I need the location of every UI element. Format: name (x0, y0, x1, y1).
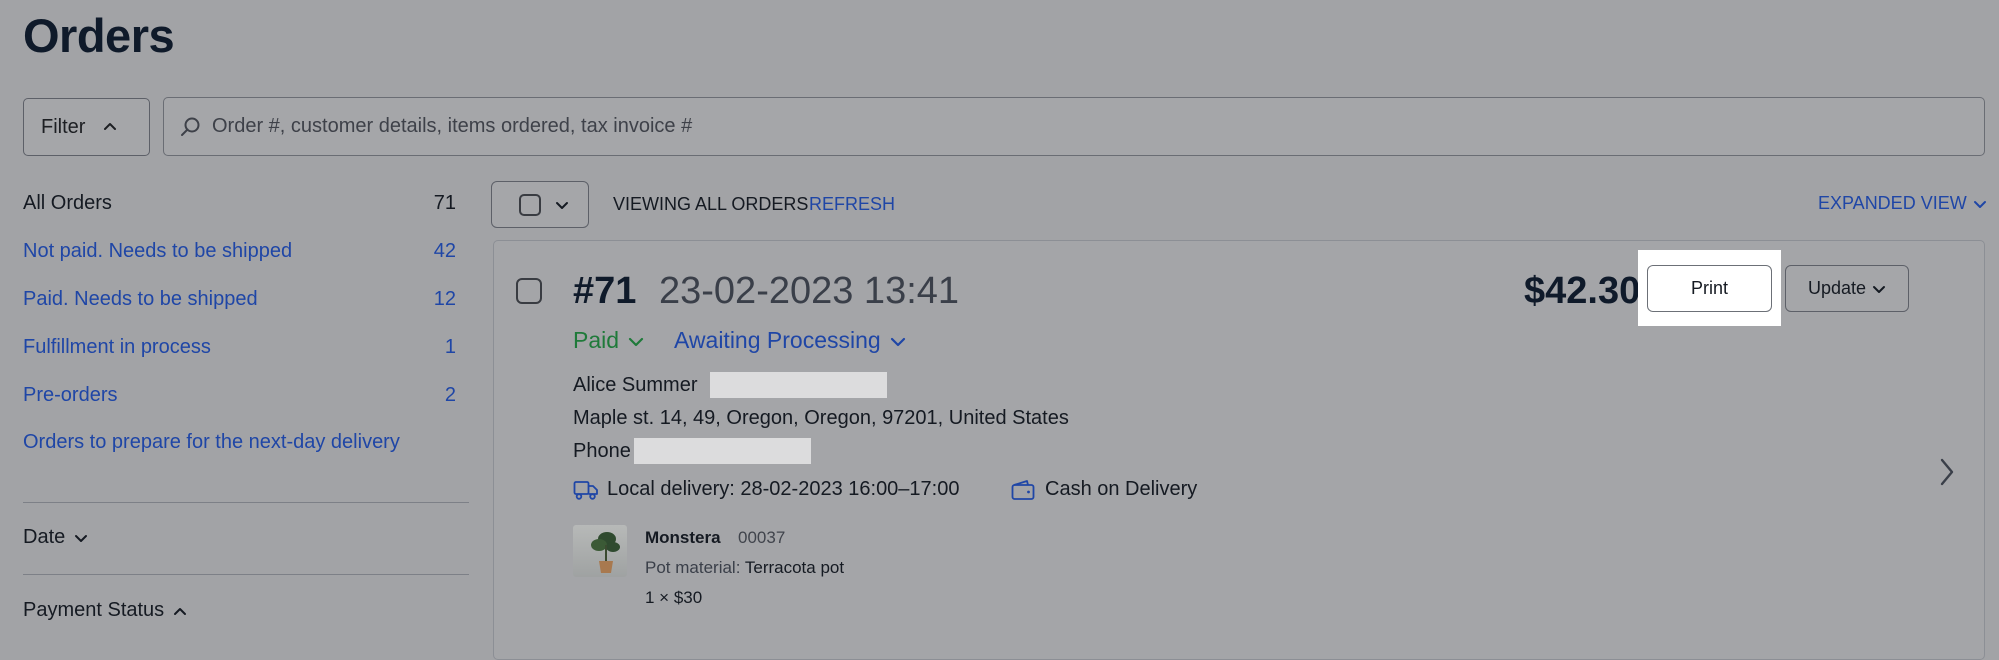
update-button[interactable]: Update (1785, 265, 1909, 312)
chevron-down-icon (556, 201, 568, 209)
payment-status-dropdown[interactable]: Paid (573, 327, 645, 354)
sidebar-item-not-paid[interactable]: Not paid. Needs to be shipped (23, 240, 292, 263)
view-mode-toggle[interactable]: EXPANDED VIEW (1818, 193, 1987, 214)
sidebar-item-fulfillment[interactable]: Fulfillment in process (23, 336, 211, 359)
filter-section-label: Payment Status (23, 599, 165, 621)
page-title: Orders (23, 9, 175, 62)
search-icon (181, 117, 200, 136)
chevron-right-icon[interactable] (1936, 455, 1958, 489)
item-name[interactable]: Monstera (645, 528, 721, 548)
view-mode-label: EXPANDED VIEW (1818, 193, 1967, 213)
sidebar-item-paid-to-ship[interactable]: Paid. Needs to be shipped (23, 288, 258, 311)
filter-section-label: Date (23, 526, 66, 548)
customer-name: Alice Summer (573, 374, 698, 396)
phone-label: Phone (573, 440, 631, 462)
payment-method: Cash on Delivery (1011, 478, 1197, 501)
delivery-text: Local delivery: 28-02-2023 16:00–17:00 (607, 478, 960, 500)
plant-icon (591, 532, 620, 573)
chevron-down-icon (75, 534, 88, 542)
refresh-link[interactable]: REFRESH (809, 194, 895, 215)
filter-label: Filter (41, 115, 86, 138)
filter-button[interactable]: Filter (23, 98, 150, 156)
chevron-down-icon (1873, 285, 1886, 293)
item-option: Pot material: Terracota pot (645, 558, 844, 578)
chevron-up-icon (104, 123, 117, 130)
fulfillment-status-label: Awaiting Processing (674, 327, 881, 353)
item-option-value: Terracota pot (744, 558, 845, 577)
sidebar-item-next-day[interactable]: Orders to prepare for the next-day deliv… (23, 431, 400, 454)
delivery-info: Local delivery: 28-02-2023 16:00–17:00 (573, 478, 959, 501)
filter-section-payment-status[interactable]: Payment Status (23, 599, 188, 622)
order-date: 23-02-2023 13:41 (659, 270, 960, 312)
order-total: $42.30 (1524, 270, 1641, 312)
sidebar-count-pre-orders: 2 (444, 384, 456, 406)
payment-status-label: Paid (573, 327, 620, 353)
sidebar-divider (23, 574, 469, 575)
order-number[interactable]: #71 (573, 270, 636, 313)
select-all-checkbox[interactable] (519, 193, 541, 216)
search-field[interactable]: Order #, customer details, items ordered… (163, 97, 1985, 156)
chevron-down-icon (890, 337, 905, 346)
filter-section-date[interactable]: Date (23, 526, 89, 549)
sidebar-count-fulfillment: 1 (444, 336, 456, 358)
redacted-email (710, 372, 887, 398)
product-thumbnail (573, 525, 627, 577)
item-quantity-price: 1 × $30 (645, 588, 703, 607)
wallet-icon (1011, 479, 1035, 500)
sidebar-count-all-orders: 71 (433, 192, 456, 214)
redacted-phone (634, 438, 811, 464)
viewing-label: VIEWING ALL ORDERS (613, 194, 809, 214)
item-option-label: Pot material: (645, 558, 741, 577)
chevron-down-icon (1973, 200, 1986, 208)
bulk-select-dropdown[interactable] (491, 181, 589, 228)
truck-icon (573, 480, 598, 500)
sidebar-divider (23, 502, 469, 503)
sidebar-count-not-paid: 42 (433, 240, 456, 262)
sidebar-count-paid-to-ship: 12 (433, 288, 456, 310)
update-label: Update (1807, 278, 1867, 298)
item-sku: 00037 (738, 528, 786, 547)
fulfillment-status-dropdown[interactable]: Awaiting Processing (674, 327, 907, 354)
sidebar-item-pre-orders[interactable]: Pre-orders (23, 384, 117, 407)
order-checkbox[interactable] (516, 278, 542, 304)
chevron-up-icon (174, 607, 187, 615)
print-button[interactable]: Print (1647, 265, 1772, 312)
search-input[interactable]: Order #, customer details, items ordered… (212, 115, 692, 138)
payment-method-text: Cash on Delivery (1045, 478, 1198, 500)
chevron-down-icon (628, 337, 644, 346)
sidebar-item-all-orders[interactable]: All Orders (23, 192, 112, 215)
customer-address: Maple st. 14, 49, Oregon, Oregon, 97201,… (573, 407, 1069, 429)
